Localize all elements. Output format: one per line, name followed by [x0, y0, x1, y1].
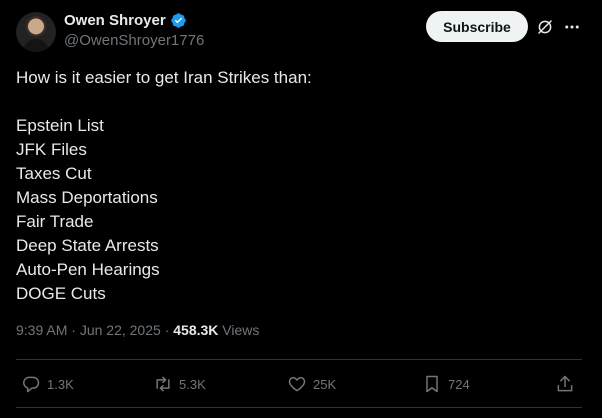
views-label: Views	[222, 322, 260, 338]
post-time[interactable]: 9:39 AM	[16, 322, 67, 338]
tweet-line: Taxes Cut	[16, 164, 92, 183]
action-bar: 1.3K 5.3K 25K 724	[0, 370, 602, 398]
avatar[interactable]	[16, 12, 56, 52]
tweet-line: Mass Deportations	[16, 188, 158, 207]
reply-count: 1.3K	[47, 376, 74, 392]
bookmark-button[interactable]: 724	[422, 370, 470, 398]
divider	[16, 407, 582, 408]
views-count: 458.3K	[173, 322, 219, 338]
tweet-meta: 9:39 AM · Jun 22, 2025 · 458.3K Views	[16, 322, 259, 338]
post-date[interactable]: Jun 22, 2025	[80, 322, 161, 338]
reply-icon	[23, 376, 40, 393]
repost-button[interactable]: 5.3K	[153, 370, 206, 398]
tweet-line: DOGE Cuts	[16, 284, 106, 303]
tweet-line	[16, 90, 576, 114]
tweet-line: How is it easier to get Iran Strikes tha…	[16, 68, 312, 87]
meta-separator: ·	[71, 322, 76, 338]
tweet-line: Fair Trade	[16, 212, 94, 231]
share-icon	[557, 375, 573, 392]
like-button[interactable]: 25K	[287, 370, 336, 398]
more-options-icon[interactable]	[562, 18, 582, 36]
share-button[interactable]	[555, 370, 575, 398]
author-name-row: Owen Shroyer	[64, 12, 187, 29]
verified-badge-icon[interactable]	[170, 12, 187, 29]
meta-separator: ·	[164, 322, 170, 338]
tweet-line: Epstein List	[16, 116, 104, 135]
like-count: 25K	[313, 376, 337, 392]
tweet-post: Owen Shroyer @OwenShroyer1776 Subscribe …	[0, 0, 602, 418]
grok-icon[interactable]	[536, 18, 554, 36]
tweet-line: Deep State Arrests	[16, 236, 159, 255]
tweet-line: Auto-Pen Hearings	[16, 260, 160, 279]
divider	[16, 359, 582, 360]
author-display-name[interactable]: Owen Shroyer	[64, 12, 166, 29]
tweet-line: JFK Files	[16, 140, 87, 159]
reply-button[interactable]: 1.3K	[21, 370, 74, 398]
repost-icon	[156, 376, 170, 392]
heart-icon	[288, 377, 306, 392]
author-handle[interactable]: @OwenShroyer1776	[64, 32, 204, 49]
repost-count: 5.3K	[179, 376, 206, 392]
tweet-text: How is it easier to get Iran Strikes tha…	[16, 66, 576, 306]
subscribe-button[interactable]: Subscribe	[426, 11, 528, 42]
bookmark-count: 724	[448, 376, 470, 392]
bookmark-icon	[426, 375, 438, 393]
